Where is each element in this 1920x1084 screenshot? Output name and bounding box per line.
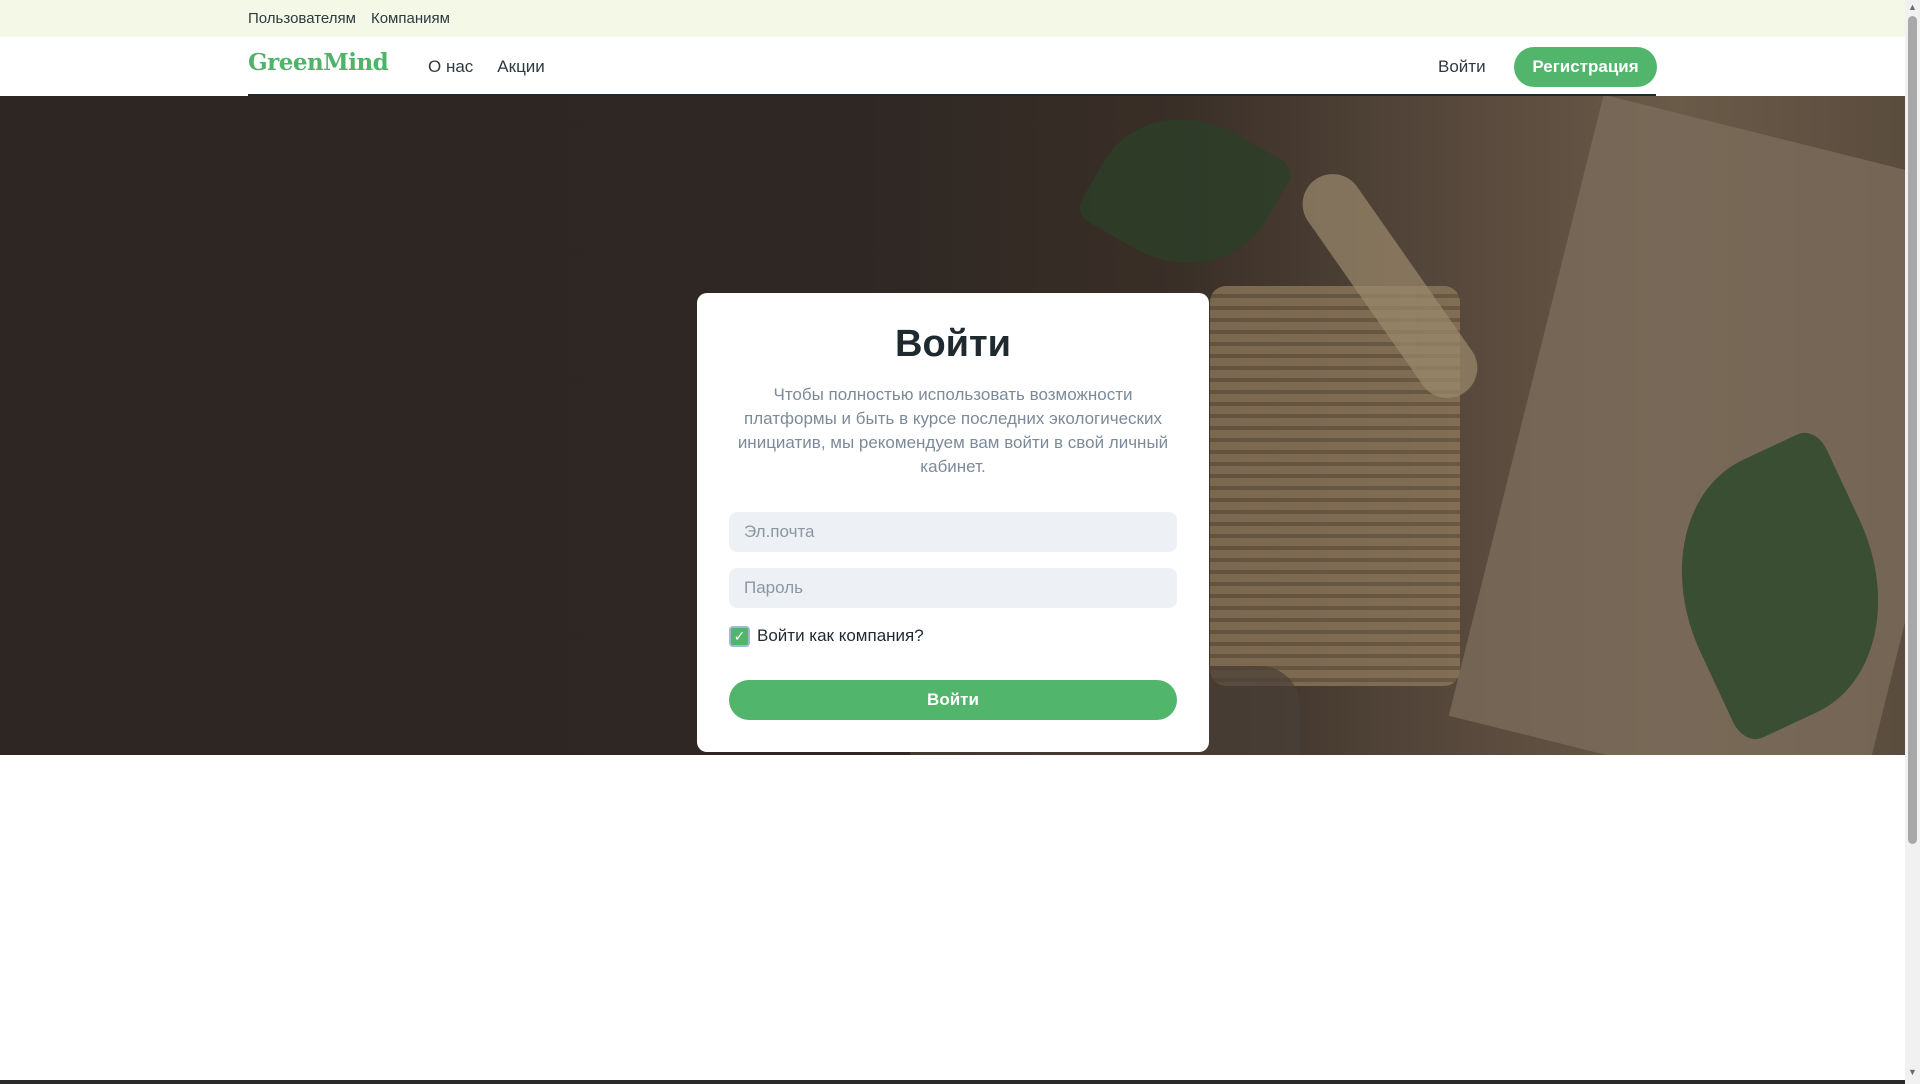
company-login-toggle[interactable]: ✓ Войти как компания?: [729, 624, 924, 648]
greenmind-logo[interactable]: GreenMind: [248, 49, 389, 76]
email-input[interactable]: [729, 512, 1177, 552]
window-bottom-edge: [0, 1080, 1905, 1084]
main-nav: О нас Акции: [428, 37, 545, 96]
companies-link[interactable]: Компаниям: [371, 10, 450, 27]
checkmark-icon: ✓: [733, 628, 746, 644]
password-input[interactable]: [729, 568, 1177, 608]
scroll-thumb[interactable]: [1908, 16, 1917, 844]
company-checkbox[interactable]: ✓: [729, 625, 750, 647]
login-title: Войти: [895, 323, 1011, 365]
register-button[interactable]: Регистрация: [1514, 47, 1657, 87]
page-scrollbar[interactable]: ▲ ▼: [1905, 0, 1920, 1084]
scroll-down-arrow-icon[interactable]: ▼: [1905, 1067, 1920, 1079]
login-submit-button[interactable]: Войти: [729, 680, 1177, 720]
top-utility-bar: Пользователям Компаниям: [0, 0, 1905, 37]
nav-about[interactable]: О нас: [428, 57, 473, 77]
audience-links: Пользователям Компаниям: [248, 0, 450, 37]
header-login-link[interactable]: Войти: [1438, 37, 1486, 96]
users-link[interactable]: Пользователям: [248, 10, 356, 27]
leaf-decoration-top: [1073, 96, 1297, 299]
header-container: GreenMind О нас Акции Войти Регистрация: [248, 37, 1657, 96]
company-checkbox-label[interactable]: Войти как компания?: [757, 626, 924, 646]
nav-promotions[interactable]: Акции: [497, 57, 545, 77]
scroll-up-arrow-icon[interactable]: ▲: [1905, 2, 1920, 14]
login-card: Войти Чтобы полностью использовать возмо…: [697, 293, 1209, 752]
login-description: Чтобы полностью использовать возможности…: [737, 385, 1169, 476]
hero-background: Войти Чтобы полностью использовать возмо…: [0, 96, 1905, 755]
main-header: GreenMind О нас Акции Войти Регистрация: [0, 37, 1905, 96]
